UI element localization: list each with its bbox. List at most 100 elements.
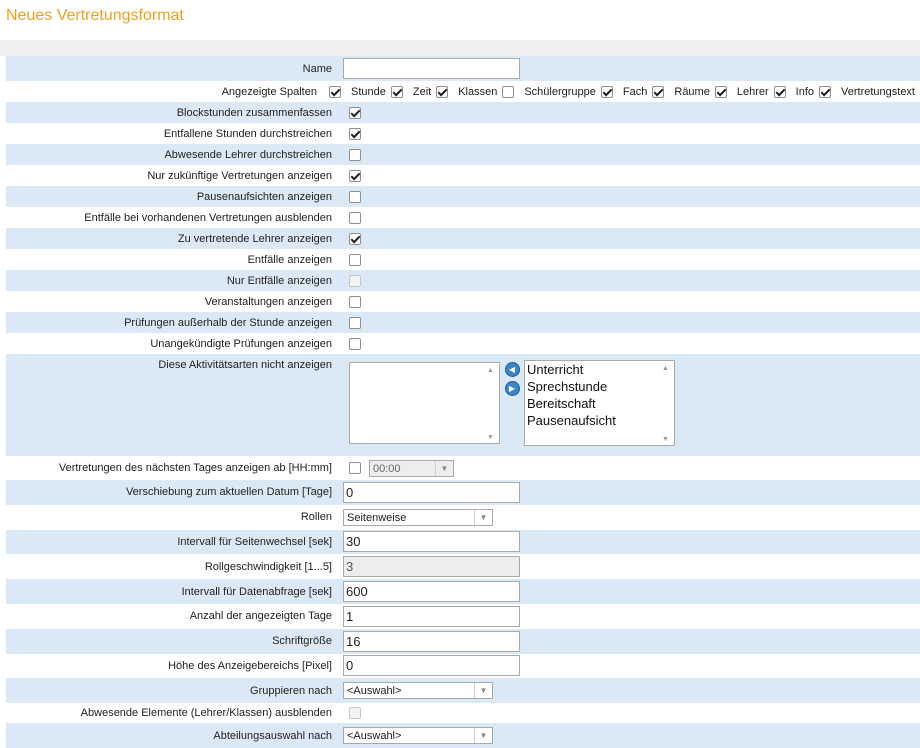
column-checkbox[interactable] (600, 85, 613, 98)
option-checkbox (349, 274, 361, 287)
scroll-up-icon[interactable]: ▲ (487, 367, 494, 374)
hide-absent-label: Abwesende Elemente (Lehrer/Klassen) ausb… (80, 707, 332, 720)
checkbox-row-label: Abwesende Lehrer durchstreichen (164, 148, 332, 161)
column-checkbox[interactable] (773, 85, 786, 98)
activities-picker: ▲ ▼ ◀ ▶ Unterricht Sprechstunde Bereitscha… (342, 354, 675, 456)
column-checkbox-label: Vertretungstext (841, 85, 915, 98)
group-by-label: Gruppieren nach (250, 684, 332, 697)
group-by-select[interactable]: <Auswahl> ▼ (343, 682, 493, 700)
column-option[interactable]: Zeit (390, 85, 436, 98)
column-checkbox-label: Stunde (350, 85, 386, 98)
scroll-mode-value: Seitenweise (347, 511, 407, 524)
display-height-label: Höhe des Anzeigebereichs [Pixel] (168, 659, 332, 672)
activity-option[interactable]: Sprechstunde (525, 378, 674, 395)
row-name: Name (6, 56, 920, 81)
chevron-down-icon: ▼ (474, 728, 492, 744)
option-checkbox[interactable] (349, 127, 361, 140)
column-checkbox[interactable] (819, 85, 831, 98)
row-data-interval: Intervall für Datenabfrage [sek] (6, 579, 920, 604)
department-select[interactable]: <Auswahl> ▼ (343, 727, 493, 745)
column-checkbox[interactable] (436, 85, 449, 98)
activity-option[interactable]: Unterricht (525, 361, 674, 378)
checkbox-row-label: Entfallene Stunden durchstreichen (163, 127, 332, 140)
checkbox-row-label: Blockstunden zusammenfassen (176, 106, 332, 119)
row-department: Abteilungsauswahl nach <Auswahl> ▼ (6, 723, 920, 748)
columns-label: Angezeigte Spalten (221, 85, 317, 98)
activity-option[interactable]: Pausenaufsicht (525, 412, 674, 429)
column-option[interactable]: Räume (652, 85, 714, 98)
column-checkbox[interactable] (714, 85, 727, 98)
column-option[interactable]: Lehrer (714, 85, 774, 98)
activity-option[interactable]: Bereitschaft (525, 395, 674, 412)
checkbox-row: Veranstaltungen anzeigen (6, 291, 920, 312)
column-checkbox[interactable] (502, 85, 515, 98)
checkbox-row-label: Entfälle bei vorhandenen Vertretungen au… (84, 211, 332, 224)
column-option[interactable]: Info (773, 85, 819, 98)
column-checkbox-label: Schülergruppe (524, 85, 596, 98)
scroll-up-icon[interactable]: ▲ (662, 365, 669, 372)
row-columns: Angezeigte Spalten Stunde Zeit Klassen Schü… (6, 81, 920, 102)
scroll-down-icon[interactable]: ▼ (662, 436, 669, 443)
column-checkbox[interactable] (328, 85, 341, 98)
column-option[interactable]: Vertretungstext (819, 85, 920, 98)
row-font-size: Schriftgröße (6, 628, 920, 654)
option-checkbox[interactable] (349, 169, 361, 182)
row-shift-days: Verschiebung zum aktuellen Datum [Tage] (6, 480, 920, 505)
display-height-input[interactable] (343, 655, 520, 677)
checkbox-row-label: Pausenaufsichten anzeigen (196, 190, 332, 203)
checkbox-row: Entfallene Stunden durchstreichen (6, 123, 920, 144)
chevron-down-icon: ▼ (435, 460, 453, 476)
column-checkbox[interactable] (390, 85, 403, 98)
column-option[interactable]: Klassen (436, 85, 502, 98)
checkbox-row: Unangekündigte Prüfungen anzeigen (6, 333, 920, 354)
page-title: Neues Vertretungsformat (6, 7, 184, 24)
option-checkbox[interactable] (349, 337, 361, 350)
column-option[interactable]: Fach (600, 85, 652, 98)
arrow-right-circle-icon[interactable]: ▶ (504, 381, 520, 396)
page-interval-input[interactable] (343, 531, 520, 553)
option-checkbox[interactable] (349, 232, 361, 245)
available-list-scrollbar[interactable]: ▲ ▼ (662, 363, 672, 443)
checkbox-row-label: Unangekündigte Prüfungen anzeigen (150, 337, 332, 350)
checkbox-row-label: Nur Entfälle anzeigen (226, 274, 332, 287)
font-size-input[interactable] (343, 630, 520, 652)
columns-checkbox-group: Stunde Zeit Klassen Schülergruppe Fach Räume L… (327, 85, 920, 98)
option-checkbox[interactable] (349, 253, 361, 266)
shift-days-input[interactable] (343, 481, 520, 503)
column-checkbox-label: Räume (674, 85, 710, 98)
row-display-height: Höhe des Anzeigebereichs [Pixel] (6, 653, 920, 679)
option-checkbox[interactable] (349, 295, 361, 308)
format-form: Name Angezeigte Spalten Stunde Zeit Klasse… (6, 56, 920, 748)
option-checkbox[interactable] (349, 106, 361, 119)
option-checkbox[interactable] (349, 148, 361, 161)
scroll-down-icon[interactable]: ▼ (487, 434, 494, 441)
checkbox-row-label: Zu vertretende Lehrer anzeigen (177, 232, 332, 245)
row-page-interval: Intervall für Seitenwechsel [sek] (6, 529, 920, 555)
excluded-activities-list[interactable]: ▲ ▼ (349, 362, 500, 444)
next-day-checkbox[interactable] (349, 462, 361, 474)
excluded-list-scrollbar[interactable]: ▲ ▼ (487, 365, 497, 441)
option-checkbox[interactable] (349, 211, 361, 224)
row-hide-absent: Abwesende Elemente (Lehrer/Klassen) ausb… (6, 703, 920, 724)
checkbox-row: Entfälle bei vorhandenen Vertretungen au… (6, 207, 920, 228)
row-next-day: Vertretungen des nächsten Tages anzeigen… (6, 456, 920, 480)
available-activities-list[interactable]: Unterricht Sprechstunde Bereitschaft Pausen… (524, 360, 675, 446)
next-day-time-select[interactable]: 00:00 ▼ (369, 459, 454, 477)
column-checkbox-label: Lehrer (736, 85, 769, 98)
name-label: Name (302, 62, 332, 75)
option-checkbox[interactable] (349, 316, 361, 329)
days-shown-input[interactable] (343, 605, 520, 627)
column-option[interactable]: Schülergruppe (502, 85, 601, 98)
checkbox-row: Entfälle anzeigen (6, 249, 920, 270)
option-checkbox[interactable] (349, 190, 361, 203)
activities-label: Diese Aktivitätsarten nicht anzeigen (158, 359, 332, 371)
checkbox-row-label: Entfälle anzeigen (247, 253, 332, 266)
days-shown-label: Anzahl der angezeigten Tage (189, 610, 332, 623)
column-checkbox[interactable] (652, 85, 665, 98)
name-input[interactable] (343, 58, 520, 79)
data-interval-input[interactable] (343, 581, 520, 603)
column-option[interactable]: Stunde (328, 85, 391, 98)
arrow-left-circle-icon[interactable]: ◀ (504, 362, 520, 377)
scroll-mode-select[interactable]: Seitenweise ▼ (343, 508, 493, 526)
checkbox-row: Pausenaufsichten anzeigen (6, 186, 920, 207)
